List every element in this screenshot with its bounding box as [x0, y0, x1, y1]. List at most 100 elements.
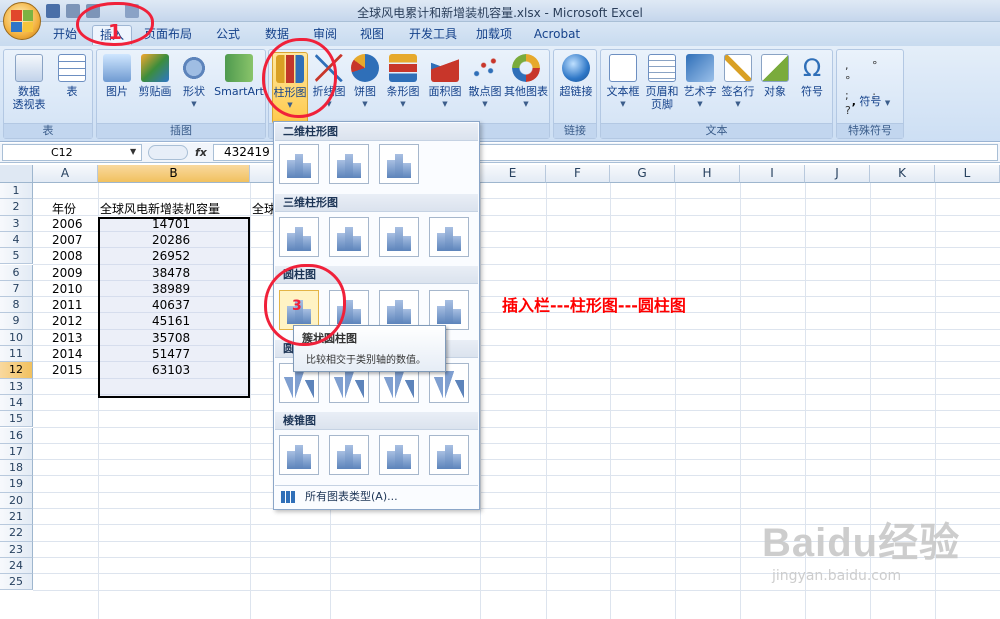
- tab-view[interactable]: 视图: [352, 25, 392, 45]
- tab-addins[interactable]: 加载项: [470, 25, 518, 45]
- column-header-f[interactable]: F: [546, 165, 610, 183]
- chart-type-2d-column-2[interactable]: [329, 144, 369, 184]
- column-header-k[interactable]: K: [870, 165, 935, 183]
- name-box[interactable]: C12: [2, 144, 142, 161]
- chevron-down-icon[interactable]: ▼: [130, 147, 136, 156]
- row-header-5[interactable]: 5: [0, 248, 33, 265]
- row-header-4[interactable]: 4: [0, 231, 33, 249]
- row-header-25[interactable]: 25: [0, 574, 33, 591]
- cell-year[interactable]: 2008: [52, 248, 83, 264]
- column-header-h[interactable]: H: [675, 165, 740, 183]
- row-header-3[interactable]: 3: [0, 215, 33, 232]
- row-header-23[interactable]: 23: [0, 541, 33, 558]
- shapes-button[interactable]: 形状 ▼: [177, 52, 211, 111]
- row-header-14[interactable]: 14: [0, 394, 33, 412]
- area-chart-button[interactable]: 面积图 ▼: [425, 52, 465, 111]
- chart-type-3d-column-1[interactable]: [279, 217, 319, 257]
- cell-year[interactable]: 2011: [52, 297, 83, 313]
- chart-type-3d-column-2[interactable]: [329, 217, 369, 257]
- cell-capacity[interactable]: 45161: [152, 313, 190, 329]
- wordart-button[interactable]: 艺术字 ▼: [681, 52, 719, 111]
- row-header-18[interactable]: 18: [0, 460, 33, 477]
- row-header-19[interactable]: 19: [0, 476, 33, 493]
- row-header-7[interactable]: 7: [0, 280, 33, 298]
- cell-b2[interactable]: 全球风电新增装机容量: [100, 201, 220, 217]
- cell-year[interactable]: 2012: [52, 313, 83, 329]
- row-header-1[interactable]: 1: [0, 183, 33, 200]
- row-header-16[interactable]: 16: [0, 427, 33, 444]
- special-symbols-button[interactable]: , 符号 ▼: [843, 95, 899, 110]
- column-header-g[interactable]: G: [610, 165, 675, 183]
- chart-type-pyramid-2[interactable]: [329, 435, 369, 475]
- object-button[interactable]: 对象: [757, 52, 793, 98]
- formula-bar-resize-handle[interactable]: [148, 145, 188, 160]
- symbol-button[interactable]: Ω 符号: [793, 52, 831, 98]
- column-header-i[interactable]: I: [740, 165, 805, 183]
- row-header-6[interactable]: 6: [0, 264, 33, 281]
- cell-capacity[interactable]: 14701: [152, 216, 190, 232]
- cell-capacity[interactable]: 38989: [152, 281, 190, 297]
- scatter-chart-button[interactable]: 散点图 ▼: [465, 52, 505, 111]
- cell-year[interactable]: 2015: [52, 362, 83, 378]
- cell-year[interactable]: 2009: [52, 265, 83, 281]
- cell-year[interactable]: 2013: [52, 330, 83, 346]
- cell-year[interactable]: 2010: [52, 281, 83, 297]
- header-footer-button[interactable]: 页眉和 页脚: [643, 52, 681, 111]
- row-header-12[interactable]: 12: [0, 362, 33, 379]
- cell-capacity[interactable]: 38478: [152, 265, 190, 281]
- cell-a2[interactable]: 年份: [52, 201, 76, 217]
- textbox-button[interactable]: 文本框 ▼: [604, 52, 642, 111]
- select-all-corner[interactable]: [0, 165, 33, 183]
- hyperlink-button[interactable]: 超链接: [556, 52, 596, 98]
- insert-function-icon[interactable]: fx: [195, 146, 207, 159]
- column-header-j[interactable]: J: [805, 165, 870, 183]
- cell-year[interactable]: 2007: [52, 232, 83, 248]
- signature-line-button[interactable]: 签名行 ▼: [719, 52, 757, 111]
- chart-type-pyramid-4[interactable]: [429, 435, 469, 475]
- column-header-l[interactable]: L: [935, 165, 1000, 183]
- cell-capacity[interactable]: 40637: [152, 297, 190, 313]
- all-chart-types-item[interactable]: 所有图表类型(A)...: [275, 485, 478, 507]
- row-header-9[interactable]: 9: [0, 313, 33, 330]
- chart-type-pyramid-1[interactable]: [279, 435, 319, 475]
- row-header-21[interactable]: 21: [0, 509, 33, 526]
- other-charts-button[interactable]: 其他图表 ▼: [503, 52, 549, 111]
- chart-type-pyramid-3[interactable]: [379, 435, 419, 475]
- cell-capacity[interactable]: 63103: [152, 362, 190, 378]
- row-header-20[interactable]: 20: [0, 492, 33, 509]
- pie-chart-button[interactable]: 饼图 ▼: [349, 52, 381, 111]
- chart-type-cylinder-3[interactable]: [379, 290, 419, 330]
- cell-year[interactable]: 2006: [52, 216, 83, 232]
- tab-acrobat[interactable]: Acrobat: [530, 25, 584, 45]
- pivot-table-button[interactable]: 数据 透视表: [7, 52, 51, 111]
- cell-capacity[interactable]: 20286: [152, 232, 190, 248]
- row-header-22[interactable]: 22: [0, 525, 33, 542]
- chart-type-3d-column-3[interactable]: [379, 217, 419, 257]
- cell-year[interactable]: 2014: [52, 346, 83, 362]
- bar-chart-button[interactable]: 条形图 ▼: [383, 52, 423, 111]
- cell-capacity[interactable]: 35708: [152, 330, 190, 346]
- row-header-2[interactable]: 2: [0, 199, 33, 216]
- row-header-15[interactable]: 15: [0, 411, 33, 428]
- row-header-10[interactable]: 10: [0, 329, 33, 346]
- chart-type-2d-column-1[interactable]: [279, 144, 319, 184]
- row-header-13[interactable]: 13: [0, 378, 33, 395]
- cell-capacity[interactable]: 51477: [152, 346, 190, 362]
- row-header-11[interactable]: 11: [0, 346, 33, 363]
- smartart-button[interactable]: SmartArt: [213, 52, 265, 98]
- table-button[interactable]: 表: [54, 52, 90, 98]
- column-header-b[interactable]: B: [98, 165, 250, 183]
- chart-type-3d-column-4[interactable]: [429, 217, 469, 257]
- office-button[interactable]: [3, 2, 41, 40]
- chart-type-cylinder-4[interactable]: [429, 290, 469, 330]
- picture-button[interactable]: 图片: [101, 52, 133, 98]
- cell-capacity[interactable]: 26952: [152, 248, 190, 264]
- row-header-17[interactable]: 17: [0, 443, 33, 461]
- clipart-button[interactable]: 剪贴画: [135, 52, 175, 98]
- row-header-8[interactable]: 8: [0, 297, 33, 314]
- column-header-e[interactable]: E: [480, 165, 546, 183]
- tab-formulas[interactable]: 公式: [208, 25, 248, 45]
- chart-type-2d-column-3[interactable]: [379, 144, 419, 184]
- tab-developer[interactable]: 开发工具: [404, 25, 462, 45]
- row-header-24[interactable]: 24: [0, 557, 33, 575]
